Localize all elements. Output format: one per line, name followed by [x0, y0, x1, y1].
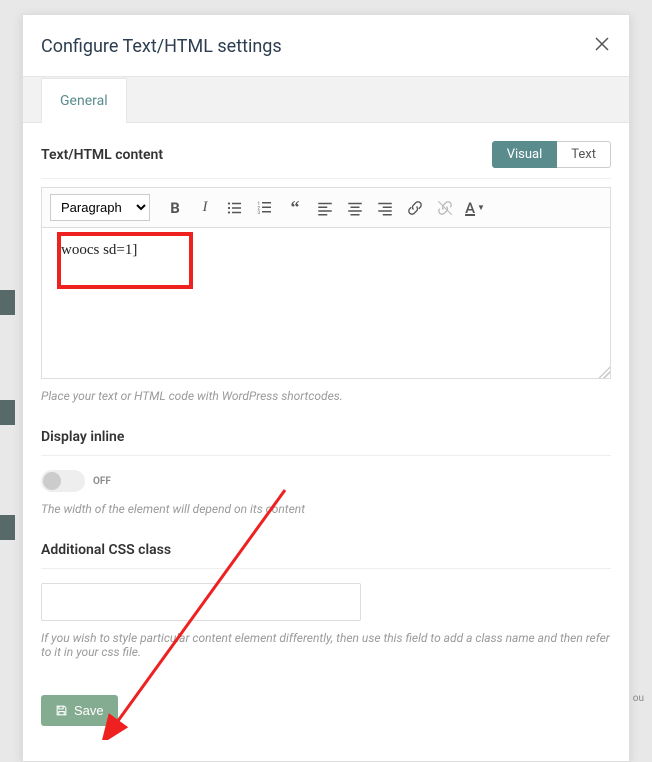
- content-label: Text/HTML content: [41, 147, 163, 163]
- align-center-icon: [346, 199, 364, 217]
- css-class-input[interactable]: [41, 583, 361, 621]
- link-icon: [406, 199, 424, 217]
- css-class-help: If you wish to style particular content …: [41, 631, 611, 659]
- align-left-button[interactable]: [312, 195, 338, 221]
- css-class-label: Additional CSS class: [41, 532, 611, 569]
- content-header-row: Text/HTML content Visual Text: [41, 135, 611, 179]
- inline-field: Display inline OFF The width of the elem…: [41, 419, 611, 516]
- bg-tab: [0, 290, 15, 315]
- tabs-bar: General: [23, 76, 629, 123]
- unlink-icon: [436, 199, 454, 217]
- numbered-list-button[interactable]: 123: [252, 195, 278, 221]
- format-select[interactable]: Paragraph: [50, 194, 150, 221]
- unlink-button[interactable]: [432, 195, 458, 221]
- toggle-state-label: OFF: [93, 476, 111, 487]
- inline-toggle[interactable]: [41, 470, 85, 492]
- close-button[interactable]: [593, 35, 611, 58]
- align-right-button[interactable]: [372, 195, 398, 221]
- save-button-label: Save: [74, 703, 104, 718]
- link-button[interactable]: [402, 195, 428, 221]
- italic-button[interactable]: I: [192, 195, 218, 221]
- modal-header: Configure Text/HTML settings: [23, 15, 629, 76]
- content-field: Text/HTML content Visual Text Paragraph …: [41, 135, 611, 403]
- align-left-icon: [316, 199, 334, 217]
- editor-content[interactable]: [woocs sd=1]: [42, 228, 610, 378]
- inline-label: Display inline: [41, 419, 611, 456]
- inline-help: The width of the element will depend on …: [41, 502, 611, 516]
- visual-mode-button[interactable]: Visual: [492, 141, 558, 168]
- align-right-icon: [376, 199, 394, 217]
- css-class-field: Additional CSS class If you wish to styl…: [41, 532, 611, 659]
- modal-body: Text/HTML content Visual Text Paragraph …: [23, 123, 629, 744]
- editor: Paragraph B I 123 “: [41, 187, 611, 379]
- text-color-button[interactable]: A ▼: [462, 195, 488, 221]
- bg-tab: [0, 515, 15, 540]
- bold-button[interactable]: B: [162, 195, 188, 221]
- numbered-list-icon: 123: [256, 199, 274, 217]
- svg-text:3: 3: [258, 210, 261, 216]
- content-help: Place your text or HTML code with WordPr…: [41, 389, 611, 403]
- editor-toolbar: Paragraph B I 123 “: [42, 188, 610, 228]
- bg-tab: [0, 400, 15, 425]
- tab-general[interactable]: General: [41, 78, 127, 123]
- save-button[interactable]: Save: [41, 695, 118, 726]
- blockquote-button[interactable]: “: [282, 195, 308, 221]
- editor-mode-toggle: Visual Text: [492, 141, 611, 168]
- toggle-knob: [43, 472, 61, 490]
- align-center-button[interactable]: [342, 195, 368, 221]
- save-icon: [55, 704, 68, 717]
- text-mode-button[interactable]: Text: [557, 141, 611, 168]
- close-icon: [593, 35, 611, 53]
- bullet-list-button[interactable]: [222, 195, 248, 221]
- modal-title: Configure Text/HTML settings: [41, 36, 282, 57]
- bullet-list-icon: [226, 199, 244, 217]
- settings-modal: Configure Text/HTML settings General Tex…: [22, 14, 630, 762]
